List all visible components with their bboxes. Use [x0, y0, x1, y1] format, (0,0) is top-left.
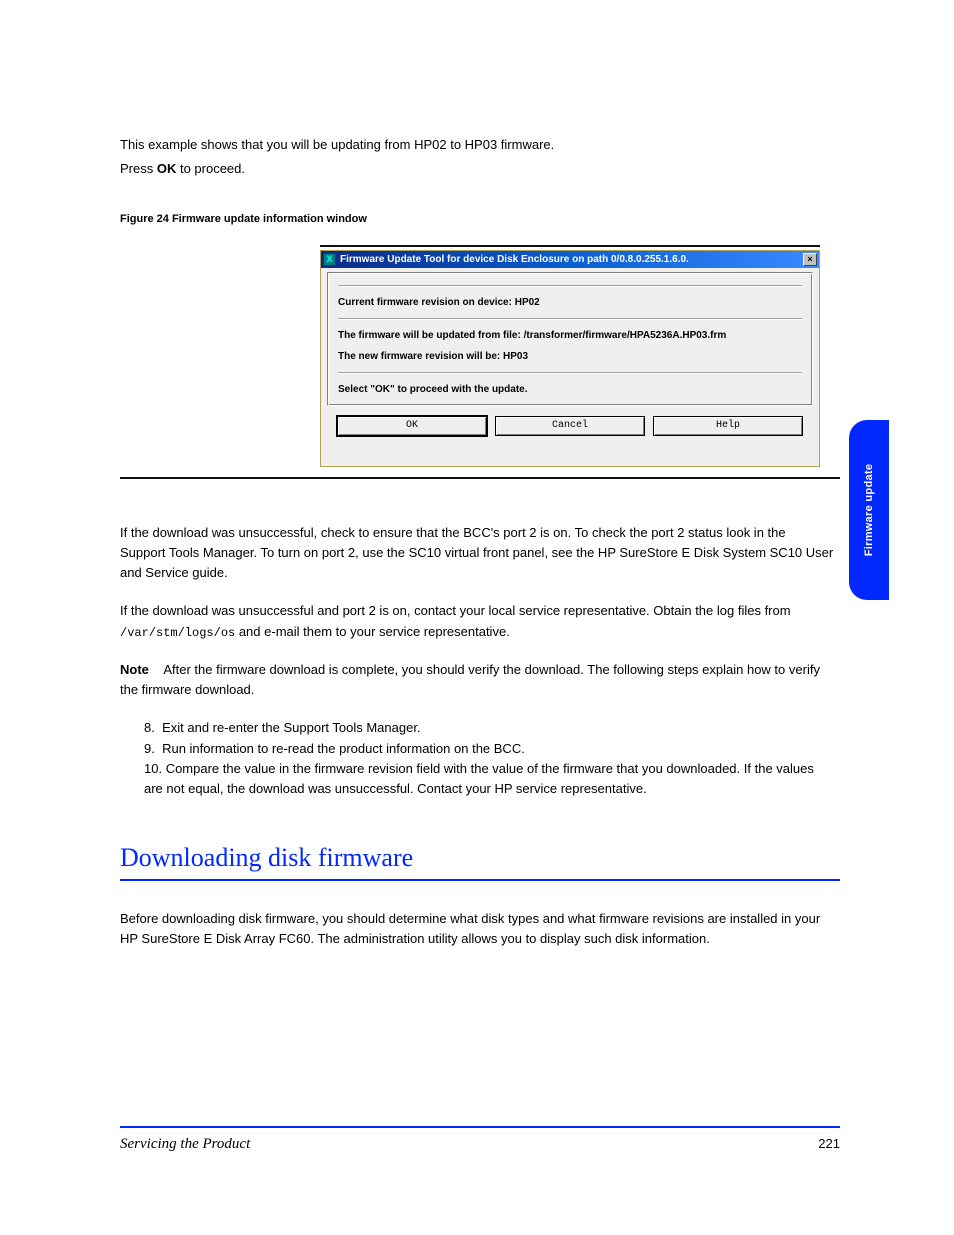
side-tab-label: Firmware update — [863, 464, 875, 557]
note-label: Note — [120, 662, 149, 677]
proceed-text: Select "OK" to proceed with the update. — [338, 384, 802, 395]
panel-rule-1 — [338, 285, 802, 287]
step-9: 9. Run information to re-read the produc… — [144, 739, 834, 759]
step-10: 10. Compare the value in the firmware re… — [144, 759, 834, 799]
update-file-text: The firmware will be updated from file: … — [338, 330, 802, 341]
button-row: OK Cancel Help — [327, 408, 813, 436]
intro-line-2: Press OK to proceed. — [120, 159, 834, 179]
panel-rule-2 — [338, 318, 802, 320]
new-revision-text: The new firmware revision will be: HP03 — [338, 351, 802, 362]
help-button[interactable]: Help — [653, 416, 803, 436]
close-icon: × — [807, 255, 812, 264]
titlebar-icon: X — [323, 253, 336, 266]
titlebar: X Firmware Update Tool for device Disk E… — [321, 251, 819, 268]
heading-rule — [120, 879, 840, 881]
cancel-button[interactable]: Cancel — [495, 416, 645, 436]
close-button[interactable]: × — [803, 253, 817, 266]
page-footer: Servicing the Product 221 — [0, 1126, 954, 1153]
info-panel: Current firmware revision on device: HP0… — [327, 272, 813, 406]
note: Note After the firmware download is comp… — [120, 660, 834, 700]
panel-rule-3 — [338, 372, 802, 374]
figure-caption: Figure 24 Firmware update information wi… — [120, 213, 834, 225]
body-text: If the download was unsuccessful, check … — [120, 523, 834, 799]
current-firmware-text: Current firmware revision on device: HP0… — [338, 297, 802, 308]
step-8: 8. Exit and re-enter the Support Tools M… — [144, 718, 834, 738]
x-icon: X — [326, 255, 332, 264]
dialog-body: Current firmware revision on device: HP0… — [321, 268, 819, 466]
titlebar-text: Firmware Update Tool for device Disk Enc… — [340, 254, 803, 265]
footer-rule — [120, 1126, 840, 1128]
body-paragraph-2: If the download was unsuccessful and por… — [120, 601, 834, 642]
figure-wrapper: X Firmware Update Tool for device Disk E… — [120, 250, 834, 467]
dialog-window: X Firmware Update Tool for device Disk E… — [320, 250, 820, 467]
footer-page-number: 221 — [818, 1136, 840, 1151]
body-paragraph-1: If the download was unsuccessful, check … — [120, 523, 834, 583]
figure-rule-top — [320, 245, 820, 247]
ok-button[interactable]: OK — [337, 416, 487, 436]
figure-rule-bottom — [120, 477, 840, 479]
intro-line-1: This example shows that you will be upda… — [120, 135, 834, 155]
note-body: After the firmware download is complete,… — [120, 662, 820, 697]
heading-body-text: Before downloading disk firmware, you sh… — [120, 909, 834, 949]
intro-text: This example shows that you will be upda… — [120, 135, 834, 178]
log-path: /var/stm/logs/os — [120, 626, 235, 640]
section-heading: Downloading disk firmware — [120, 843, 834, 873]
footer-title: Servicing the Product — [120, 1136, 250, 1153]
side-tab: Firmware update — [849, 420, 889, 600]
